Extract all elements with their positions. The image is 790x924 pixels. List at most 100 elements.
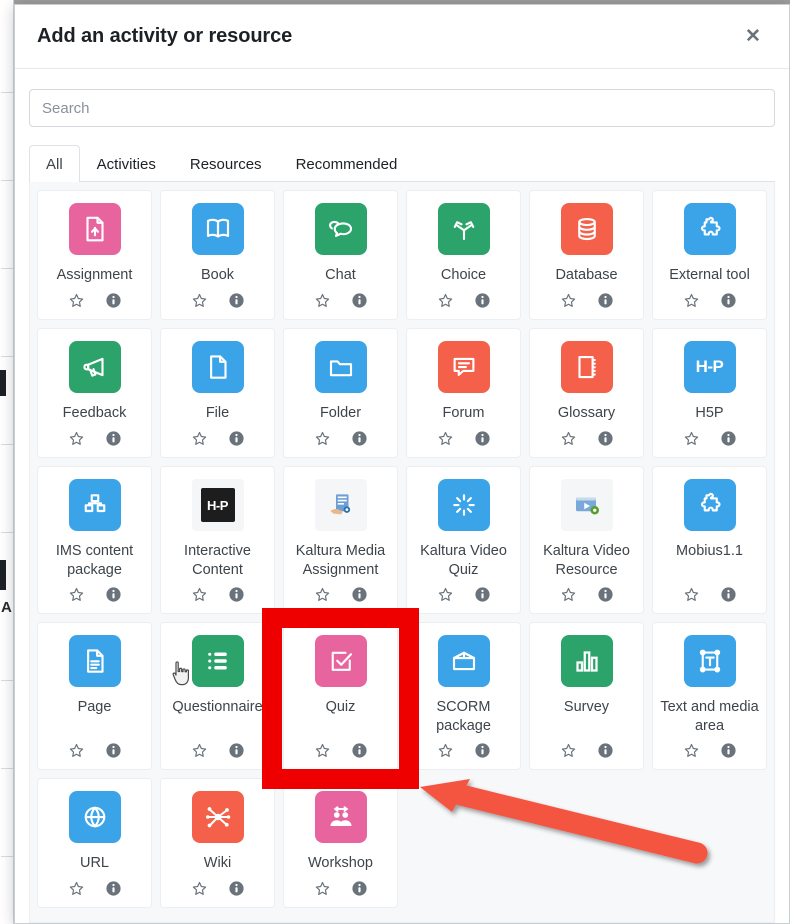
star-outline-icon[interactable] xyxy=(314,586,331,603)
puzzle-piece-icon xyxy=(683,203,736,255)
forum-comment-icon xyxy=(437,341,490,393)
star-outline-icon[interactable] xyxy=(437,586,454,603)
activity-card-database[interactable]: Database xyxy=(529,190,644,320)
info-circle-icon[interactable] xyxy=(351,292,368,309)
info-circle-icon[interactable] xyxy=(105,586,122,603)
star-outline-icon[interactable] xyxy=(560,292,577,309)
info-circle-icon[interactable] xyxy=(474,430,491,447)
star-outline-icon[interactable] xyxy=(683,586,700,603)
activity-card-forum[interactable]: Forum xyxy=(406,328,521,458)
activity-card-questionnaire[interactable]: Questionnaire xyxy=(160,622,275,771)
star-outline-icon[interactable] xyxy=(191,742,208,759)
activity-card-ims-content-package[interactable]: IMS content package xyxy=(37,466,152,615)
star-outline-icon[interactable] xyxy=(437,742,454,759)
activity-card-page[interactable]: Page xyxy=(37,622,152,771)
kaltura-media-assignment-icon xyxy=(314,479,367,531)
info-circle-icon[interactable] xyxy=(351,586,368,603)
info-circle-icon[interactable] xyxy=(105,880,122,897)
activity-card-workshop[interactable]: Workshop xyxy=(283,778,398,909)
info-circle-icon[interactable] xyxy=(228,292,245,309)
star-outline-icon[interactable] xyxy=(68,292,85,309)
star-outline-icon[interactable] xyxy=(68,430,85,447)
info-circle-icon[interactable] xyxy=(228,586,245,603)
page-title: Add an activity or resource xyxy=(37,25,293,47)
activity-card-url[interactable]: URL xyxy=(37,778,152,909)
activity-card-kaltura-video-resource[interactable]: Kaltura Video Resource xyxy=(529,466,644,615)
star-outline-icon[interactable] xyxy=(191,292,208,309)
info-circle-icon[interactable] xyxy=(105,742,122,759)
activity-card-label: Text and media area xyxy=(660,699,759,734)
activity-card-assignment[interactable]: Assignment xyxy=(37,190,152,320)
star-outline-icon[interactable] xyxy=(314,880,331,897)
star-outline-icon[interactable] xyxy=(683,292,700,309)
star-outline-icon[interactable] xyxy=(683,430,700,447)
info-circle-icon[interactable] xyxy=(105,292,122,309)
activity-card-file[interactable]: File xyxy=(160,328,275,458)
info-circle-icon[interactable] xyxy=(474,586,491,603)
info-circle-icon[interactable] xyxy=(228,430,245,447)
info-circle-icon[interactable] xyxy=(720,430,737,447)
activity-card-actions xyxy=(191,742,245,759)
info-circle-icon[interactable] xyxy=(351,430,368,447)
activity-card-text-and-media-area[interactable]: Text and media area xyxy=(652,622,767,771)
activity-card-label: External tool xyxy=(669,267,750,283)
activity-card-label: Assignment xyxy=(56,267,133,283)
activity-card-label: Folder xyxy=(319,405,362,421)
star-outline-icon[interactable] xyxy=(68,742,85,759)
activity-card-book[interactable]: Book xyxy=(160,190,275,320)
activity-card-chat[interactable]: Chat xyxy=(283,190,398,320)
info-circle-icon[interactable] xyxy=(105,430,122,447)
star-outline-icon[interactable] xyxy=(68,586,85,603)
activity-card-choice[interactable]: Choice xyxy=(406,190,521,320)
info-circle-icon[interactable] xyxy=(228,880,245,897)
activity-card-label: Glossary xyxy=(557,405,616,421)
star-outline-icon[interactable] xyxy=(314,292,331,309)
tab-activities[interactable]: Activities xyxy=(80,145,173,182)
tab-all[interactable]: All xyxy=(29,145,80,182)
star-outline-icon[interactable] xyxy=(560,586,577,603)
activity-card-label: Feedback xyxy=(62,405,127,421)
info-circle-icon[interactable] xyxy=(351,880,368,897)
activity-card-label: Workshop xyxy=(307,855,373,872)
info-circle-icon[interactable] xyxy=(720,742,737,759)
h5p-black-logo-icon: H-P xyxy=(191,479,244,531)
tab-recommended[interactable]: Recommended xyxy=(279,145,415,182)
activity-card-external-tool[interactable]: External tool xyxy=(652,190,767,320)
info-circle-icon[interactable] xyxy=(228,742,245,759)
activity-card-kaltura-video-quiz[interactable]: Kaltura Video Quiz xyxy=(406,466,521,615)
activity-card-interactive-content[interactable]: H-P Interactive Content xyxy=(160,466,275,615)
activity-card-feedback[interactable]: Feedback xyxy=(37,328,152,458)
info-circle-icon[interactable] xyxy=(474,742,491,759)
activity-card-folder[interactable]: Folder xyxy=(283,328,398,458)
star-outline-icon[interactable] xyxy=(683,742,700,759)
activity-card-survey[interactable]: Survey xyxy=(529,622,644,771)
activity-card-h5p[interactable]: H-P H5P xyxy=(652,328,767,458)
star-outline-icon[interactable] xyxy=(191,430,208,447)
star-outline-icon[interactable] xyxy=(68,880,85,897)
star-outline-icon[interactable] xyxy=(191,586,208,603)
activity-card-mobius1-1[interactable]: Mobius1.1 xyxy=(652,466,767,615)
info-circle-icon[interactable] xyxy=(474,292,491,309)
info-circle-icon[interactable] xyxy=(597,742,614,759)
star-outline-icon[interactable] xyxy=(437,430,454,447)
tab-resources[interactable]: Resources xyxy=(173,145,279,182)
activity-card-scorm-package[interactable]: SCORM package xyxy=(406,622,521,771)
activity-card-wiki[interactable]: Wiki xyxy=(160,778,275,909)
tab-bar: All Activities Resources Recommended xyxy=(29,145,775,182)
questionnaire-list-icon xyxy=(191,635,244,688)
star-outline-icon[interactable] xyxy=(560,742,577,759)
activity-card-kaltura-media-assignment[interactable]: Kaltura Media Assignment xyxy=(283,466,398,615)
info-circle-icon[interactable] xyxy=(597,586,614,603)
activity-card-label: Interactive Content xyxy=(184,543,251,578)
star-outline-icon[interactable] xyxy=(314,430,331,447)
star-outline-icon[interactable] xyxy=(560,430,577,447)
activity-card-glossary[interactable]: Glossary xyxy=(529,328,644,458)
info-circle-icon[interactable] xyxy=(597,430,614,447)
info-circle-icon[interactable] xyxy=(720,292,737,309)
star-outline-icon[interactable] xyxy=(191,880,208,897)
info-circle-icon[interactable] xyxy=(597,292,614,309)
info-circle-icon[interactable] xyxy=(720,586,737,603)
search-input[interactable] xyxy=(29,89,775,127)
close-icon[interactable]: ✕ xyxy=(739,23,767,51)
star-outline-icon[interactable] xyxy=(437,292,454,309)
